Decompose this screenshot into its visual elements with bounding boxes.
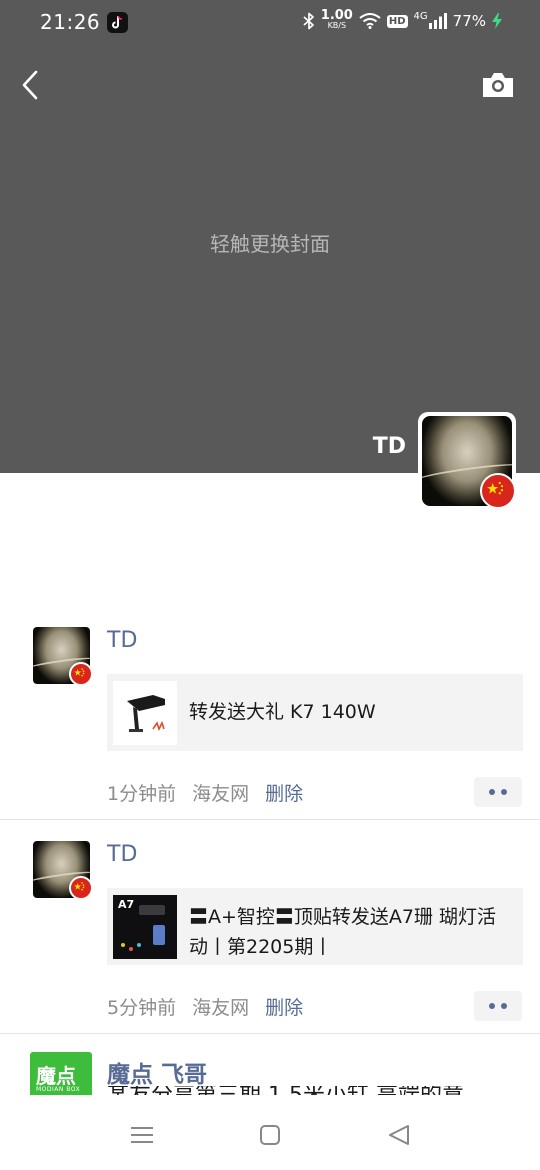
charging-icon [492, 13, 502, 29]
hd-badge: HD [386, 14, 408, 28]
system-nav-bar [0, 1095, 540, 1170]
camera-button[interactable] [481, 70, 515, 100]
tiktok-icon [107, 12, 128, 33]
link-title: 转发送大礼 K7 140W [189, 701, 376, 723]
china-flag-icon [480, 473, 516, 509]
dot-icon [489, 1003, 495, 1009]
china-flag-icon [69, 876, 93, 900]
divider [0, 1033, 540, 1034]
divider [0, 819, 540, 820]
delete-button[interactable]: 删除 [265, 993, 303, 1020]
cover-image[interactable]: 轻触更换封面 TD [0, 0, 540, 473]
post-author[interactable]: TD [107, 842, 137, 867]
camera-icon [483, 73, 513, 97]
post-meta: 1分钟前 海友网 删除 [107, 779, 303, 806]
dot-icon [501, 1003, 507, 1009]
link-thumbnail: A7 [113, 895, 177, 959]
shared-link-card[interactable]: 转发送大礼 K7 140W [107, 674, 523, 751]
post-source[interactable]: 海友网 [192, 779, 249, 806]
dot-icon [501, 789, 507, 795]
battery-level: 77% [452, 12, 486, 30]
home-icon[interactable] [257, 1123, 283, 1147]
post-source[interactable]: 海友网 [192, 993, 249, 1020]
back-button[interactable] [18, 68, 48, 102]
bluetooth-icon [303, 12, 314, 30]
shared-link-card[interactable]: A7 〓A+智控〓顶贴转发送A7珊 瑚灯活动丨第2205期丨 [107, 888, 523, 965]
change-cover-hint: 轻触更换封面 [210, 232, 330, 256]
net-speed-unit: KB/S [327, 21, 347, 30]
more-actions-button[interactable] [474, 777, 522, 807]
post-author[interactable]: TD [107, 628, 137, 653]
link-title: 〓A+智控〓顶贴转发送A7珊 瑚灯活动丨第2205期丨 [189, 906, 497, 958]
logo-text: 魔点 [36, 1064, 76, 1088]
post-meta: 5分钟前 海友网 删除 [107, 993, 303, 1020]
profile-name: TD [372, 434, 406, 459]
net-speed-value: 1.00 [320, 8, 353, 23]
status-bar: 21:26 1.00 KB/S HD 4G 77% [0, 0, 540, 46]
dot-icon [489, 789, 495, 795]
post-time: 5分钟前 [107, 997, 177, 1019]
post-author[interactable]: 魔点 飞哥 [107, 1055, 207, 1089]
link-thumbnail [113, 681, 177, 745]
more-actions-button[interactable] [474, 991, 522, 1021]
back-triangle-icon[interactable] [386, 1123, 412, 1147]
chevron-left-icon [22, 70, 38, 100]
network-type: 4G [413, 10, 428, 22]
status-time: 21:26 [40, 10, 101, 34]
wifi-icon [359, 13, 381, 29]
delete-button[interactable]: 删除 [265, 779, 303, 806]
logo-subtext: MODIAN BOX [36, 1086, 81, 1093]
china-flag-icon [69, 662, 93, 686]
post-time: 1分钟前 [107, 783, 177, 805]
net-speed: 1.00 KB/S [320, 8, 353, 31]
signal-icon [428, 13, 447, 29]
menu-icon[interactable] [129, 1123, 155, 1147]
